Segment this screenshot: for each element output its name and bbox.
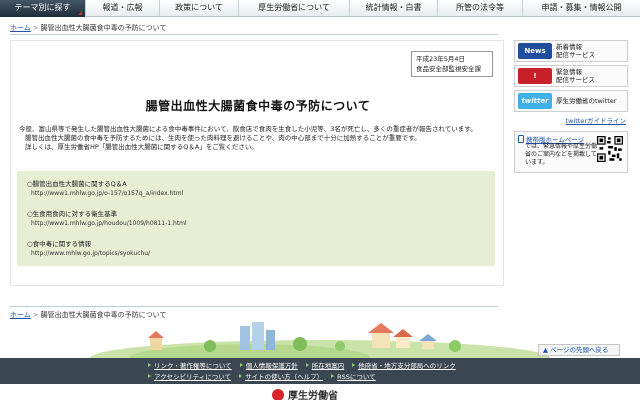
related-link-url[interactable]: http://www.mhlw.go.jp/topics/syokuchu/ [27,249,485,258]
date-box: 平成23年5月4日 食品安全部監視安全課 [411,51,493,77]
body-paragraph: 腸管出血性大腸菌の食中毒を予防するためには、生肉を使った肉料理を避けることや、肉… [25,134,421,142]
divider [10,34,498,35]
nav-press[interactable]: 報道・広報 [86,0,160,17]
footer-link-privacy[interactable]: 個人情報保護方針 [239,360,298,370]
footer: リンク・著作権等について 個人情報保護方針 所在地案内 他府省・地方支分部局への… [0,358,640,384]
global-nav: テーマ別に探す 報道・広報 政策について 厚生労働省について 統計情報・白書 所… [0,0,640,17]
department-name: 食品安全部監視安全課 [416,65,481,73]
footer-link-label: 他府省・地方支分部局へのリンク [358,362,456,370]
related-link-entry: ○生食用食肉に対する衛生基準 http://www1.mhlw.go.jp/ho… [27,210,485,228]
nav-applications[interactable]: 申請・募集・情報公開 [523,0,640,17]
footer-link-rss[interactable]: RSSについて [331,371,376,381]
footer-row: アクセシビリティについて サイトの使い方（ヘルプ） RSSについて [148,371,384,381]
footer-link-label: RSSについて [337,373,376,381]
related-link-title: ○腸管出血性大腸菌に関するQ＆A [27,180,127,188]
breadcrumb-home-link[interactable]: ホーム [10,24,31,32]
nav-applications-label: 申請・募集・情報公開 [541,3,622,12]
footer-link-label: リンク・著作権等について [154,362,232,370]
related-link-title: ○食中毒に関する情報 [27,240,92,248]
nav-policy-label: 政策について [175,3,223,12]
nav-about[interactable]: 厚生労働省について [239,0,350,17]
qr-code-icon [597,136,623,162]
footer-link-label: 個人情報保護方針 [245,362,298,370]
news-icon-text: News [524,47,546,55]
alert-service-line2: 配信サービス [556,76,595,84]
news-service-line2: 配信サービス [556,51,595,59]
bullet-arrow-icon [239,374,243,378]
related-link-url[interactable]: http://www1.mhlw.go.jp/houdou/1009/h0811… [27,219,485,228]
alert-service-label: 緊急情報 配信サービス [556,68,595,84]
news-service-button[interactable]: News 新着情報 配信サービス [514,40,628,62]
breadcrumb-separator: > [32,24,39,32]
related-links-box: ○腸管出血性大腸菌に関するQ＆A http://www1.mhlw.go.jp/… [17,171,495,266]
footer-link-label: アクセシビリティについて [154,373,232,381]
footer-link-other-ministries[interactable]: 他府省・地方支分部局へのリンク [352,360,456,370]
mobile-site-description: では、緊急情報や厚生労働省のご案内などを掲載しています。 [525,143,598,166]
main-content: 平成23年5月4日 食品安全部監視安全課 腸管出血性大腸菌食中毒の予防について … [10,40,504,286]
related-link-url[interactable]: http://www1.mhlw.go.jp/o-157/o157q_a/ind… [27,189,485,198]
nav-theme-label: テーマ別に探す [14,3,71,12]
nav-statistics[interactable]: 統計情報・白書 [350,0,438,17]
body-paragraph: 今般、富山県等で発生した腸管出血性大腸菌による食中毒事件において、飲食店で食肉を… [19,125,477,133]
bullet-arrow-icon [331,374,335,378]
bullet-arrow-icon [148,363,151,367]
alert-service-button[interactable]: ! 緊急情報 配信サービス [514,65,628,87]
breadcrumb-separator: > [32,311,39,319]
body-text: 今般、富山県等で発生した腸管出血性大腸菌による食中毒事件において、飲食店で食肉を… [19,125,499,152]
twitter-icon-text: twitter [521,97,549,105]
bullet-arrow-icon [239,363,243,367]
twitter-label: 厚生労働省のtwitter [556,97,617,105]
footer-link-copyright[interactable]: リンク・著作権等について [148,360,232,370]
news-icon: News [518,43,552,59]
footer-link-label: 所在地案内 [311,362,345,370]
breadcrumb-current: 腸管出血性大腸菌食中毒の予防について [40,24,167,32]
page-top-arrow-icon: ▲ [543,346,548,354]
breadcrumb-bottom: ホーム > 腸管出血性大腸菌食中毒の予防について [10,310,166,320]
breadcrumb: ホーム > 腸管出血性大腸菌食中毒の予防について [10,23,166,33]
sidebar: News 新着情報 配信サービス ! 緊急情報 配信サービス twitter 厚… [514,40,628,173]
footer-link-accessibility[interactable]: アクセシビリティについて [148,371,231,381]
active-marker-icon [78,11,82,15]
news-service-line1: 新着情報 [556,43,582,51]
footer-row: リンク・著作権等について 個人情報保護方針 所在地案内 他府省・地方支分部局への… [148,360,464,370]
nav-press-label: 報道・広報 [102,3,143,12]
ministry-logo-text: 厚生労働省 [288,391,338,400]
bullet-arrow-icon [352,363,356,367]
publish-date: 平成23年5月4日 [416,55,466,63]
footer-link-label: サイトの使い方（ヘルプ） [245,373,324,381]
page-top-label: ページの先頭へ戻る [550,346,609,354]
bullet-arrow-icon [305,363,309,367]
footer-link-help[interactable]: サイトの使い方（ヘルプ） [239,371,323,381]
nav-about-label: 厚生労働省について [258,3,330,12]
nav-theme[interactable]: テーマ別に探す [0,0,86,17]
related-link-entry: ○食中毒に関する情報 http://www.mhlw.go.jp/topics/… [27,240,485,258]
nav-statistics-label: 統計情報・白書 [365,3,422,12]
nav-laws[interactable]: 所管の法令等 [438,0,523,17]
divider [10,306,498,307]
alert-icon: ! [518,68,552,84]
footer-link-location[interactable]: 所在地案内 [305,360,345,370]
mobile-site-box: 携帯版ホームページ では、緊急情報や厚生労働省のご案内などを掲載しています。 [514,131,628,173]
nav-laws-label: 所管の法令等 [456,3,504,12]
body-paragraph: 詳しくは、厚生労働省HP「腸管出血性大腸菌に関するQ＆A」をご覧ください。 [25,143,258,151]
nav-policy[interactable]: 政策について [160,0,239,17]
mobile-phone-icon [518,135,524,143]
news-service-label: 新着情報 配信サービス [556,43,595,59]
alert-service-line1: 緊急情報 [556,68,582,76]
related-link-entry: ○腸管出血性大腸菌に関するQ＆A http://www1.mhlw.go.jp/… [27,180,485,198]
related-link-title: ○生食用食肉に対する衛生基準 [27,210,118,218]
twitter-guideline-link[interactable]: twitterガイドライン [514,115,626,125]
breadcrumb-home-link[interactable]: ホーム [10,311,31,319]
bullet-arrow-icon [148,374,151,378]
breadcrumb-current: 腸管出血性大腸菌食中毒の予防について [40,311,167,319]
page-title: 腸管出血性大腸菌食中毒の予防について [145,99,371,113]
twitter-button[interactable]: twitter 厚生労働省のtwitter [514,90,628,112]
twitter-icon: twitter [518,93,552,109]
ministry-logo: 厚生労働省 [272,387,338,400]
ministry-logo-icon [272,388,284,400]
page-top-button[interactable]: ▲ ページの先頭へ戻る [538,344,620,356]
